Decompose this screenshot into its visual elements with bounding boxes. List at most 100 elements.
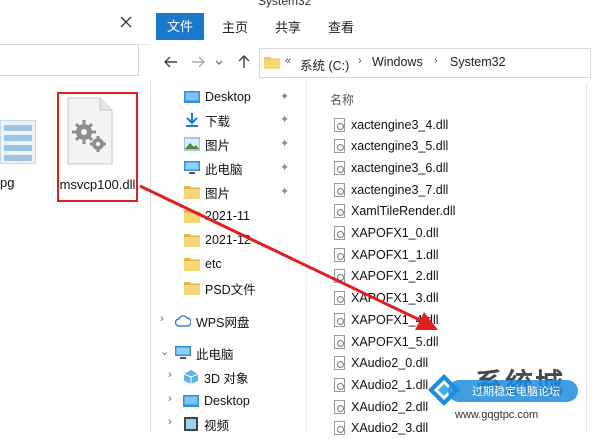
expand-chevron-icon[interactable]: › <box>168 393 172 405</box>
nav-item[interactable]: 下载 <box>184 109 230 131</box>
recent-dropdown-icon[interactable] <box>214 54 224 70</box>
thumbnail-label: pg <box>0 175 15 190</box>
breadcrumb-drive[interactable]: 系统 (C:) <box>300 55 349 74</box>
computer-icon <box>184 161 200 175</box>
tab-share[interactable]: 共享 <box>275 17 301 36</box>
close-icon[interactable] <box>118 14 134 30</box>
nav-item[interactable]: 图片 <box>183 133 231 155</box>
file-name: xactengine3_5.dll <box>351 139 449 154</box>
left-address-bar[interactable] <box>0 44 139 76</box>
file-row[interactable]: XamlTileRender.dll <box>334 201 455 222</box>
dll-file-icon <box>334 160 345 175</box>
file-name: XAPOFX1_1.dll <box>351 247 439 262</box>
pin-icon[interactable]: ✦ <box>280 113 289 126</box>
image-thumbnail[interactable] <box>0 120 36 164</box>
folder-icon <box>264 57 280 69</box>
breadcrumb-chevron-icon[interactable]: › <box>358 55 362 67</box>
nav-item-label: Desktop <box>205 90 251 104</box>
file-row[interactable]: XAudio2_3.dll <box>334 418 428 439</box>
breadcrumb-chevron-icon[interactable]: › <box>434 55 438 67</box>
dll-file-icon <box>334 312 345 327</box>
folder-icon <box>184 281 200 295</box>
folder-icon <box>184 209 200 223</box>
file-name: XamlTileRender.dll <box>351 204 456 219</box>
dll-file-icon <box>334 182 345 197</box>
dll-file-label: msvcp100.dll <box>59 177 136 192</box>
nav-item[interactable]: 2021-11 <box>184 205 250 227</box>
nav-item-label: 2021-11 <box>205 209 250 223</box>
dll-file-icon <box>334 139 345 154</box>
pin-icon[interactable]: ✦ <box>280 161 289 174</box>
file-row[interactable]: xactengine3_6.dll <box>334 157 448 178</box>
pin-icon[interactable]: ✦ <box>280 137 289 150</box>
expand-chevron-icon[interactable]: › <box>168 416 172 428</box>
forward-arrow-icon[interactable] <box>190 54 206 70</box>
nav-item[interactable]: PSD文件 <box>184 277 256 299</box>
ribbon-tabs <box>150 10 597 45</box>
breadcrumb-overflow[interactable]: « <box>285 55 291 67</box>
file-row[interactable]: xactengine3_7.dll <box>334 179 448 200</box>
file-name: xactengine3_6.dll <box>351 160 449 175</box>
pin-icon[interactable]: ✦ <box>280 90 289 103</box>
folder-icon <box>184 257 200 271</box>
file-name: XAPOFX1_2.dll <box>351 269 439 284</box>
file-row[interactable]: XAPOFX1_1.dll <box>334 244 439 265</box>
watermark-url: www.gqgtpc.com <box>455 409 539 421</box>
file-row[interactable]: XAPOFX1_5.dll <box>334 331 439 352</box>
download-icon <box>184 113 200 127</box>
file-row[interactable]: XAPOFX1_0.dll <box>334 223 439 244</box>
column-header-name[interactable]: 名称 <box>330 91 354 108</box>
nav-item[interactable]: Desktop <box>183 390 250 412</box>
expand-chevron-icon[interactable]: › <box>168 369 172 381</box>
file-row[interactable]: xactengine3_5.dll <box>334 136 448 157</box>
file-name: XAudio2_3.dll <box>351 421 429 436</box>
tab-view[interactable]: 查看 <box>328 17 354 36</box>
dll-file-icon <box>334 247 345 262</box>
nav-item[interactable]: 2021-12 <box>184 229 251 251</box>
dll-file-icon <box>334 377 345 392</box>
breadcrumb-system32[interactable]: System32 <box>450 55 506 69</box>
window-title: System32 <box>258 0 312 8</box>
file-row[interactable]: XAPOFX1_4.dll <box>334 309 439 330</box>
back-arrow-icon[interactable] <box>163 54 179 70</box>
left-window-toolbar <box>0 0 150 45</box>
dll-file-icon[interactable] <box>64 96 116 166</box>
3d-objects-icon <box>183 370 199 384</box>
file-name: xactengine3_4.dll <box>351 117 449 132</box>
collapse-chevron-icon[interactable]: ⌄ <box>160 345 169 358</box>
nav-item[interactable]: 此电脑 <box>184 157 243 179</box>
nav-scrollbar[interactable] <box>292 80 307 432</box>
nav-item-label: 视频 <box>204 418 230 433</box>
nav-item-label: 图片 <box>205 138 231 153</box>
nav-item-label: Desktop <box>204 394 250 408</box>
nav-item[interactable]: 图片 <box>184 181 230 203</box>
file-row[interactable]: xactengine3_4.dll <box>334 114 448 135</box>
nav-item[interactable]: 3D 对象 <box>183 366 248 388</box>
breadcrumb-windows[interactable]: Windows <box>372 55 423 69</box>
nav-item[interactable]: 此电脑 <box>175 342 234 364</box>
up-arrow-icon[interactable] <box>236 54 252 70</box>
pin-icon[interactable]: ✦ <box>280 185 289 198</box>
file-name: XAPOFX1_0.dll <box>351 226 439 240</box>
dll-file-icon <box>334 204 345 219</box>
file-row[interactable]: XAudio2_2.dll <box>334 396 428 417</box>
tab-home[interactable]: 主页 <box>222 17 248 36</box>
file-name: XAPOFX1_4.dll <box>351 312 439 327</box>
nav-item[interactable]: WPS网盘 <box>174 310 249 332</box>
nav-item[interactable]: Desktop <box>184 86 251 108</box>
nav-item-label: 图片 <box>205 186 231 201</box>
folder-icon <box>184 233 200 247</box>
file-row[interactable]: XAudio2_1.dll <box>334 374 428 395</box>
nav-item[interactable]: etc <box>184 253 222 275</box>
file-row[interactable]: XAudio2_0.dll <box>334 353 428 374</box>
video-icon <box>183 417 199 431</box>
nav-item-label: 此电脑 <box>205 162 243 177</box>
dll-file-icon <box>334 356 345 371</box>
file-row[interactable]: XAPOFX1_2.dll <box>334 266 439 287</box>
dll-file-icon <box>334 117 345 132</box>
file-row[interactable]: XAPOFX1_3.dll <box>334 288 439 309</box>
file-name: XAPOFX1_3.dll <box>351 291 439 306</box>
computer-icon <box>175 346 191 360</box>
tab-file[interactable]: 文件 <box>156 13 204 40</box>
expand-chevron-icon[interactable]: › <box>160 313 164 325</box>
